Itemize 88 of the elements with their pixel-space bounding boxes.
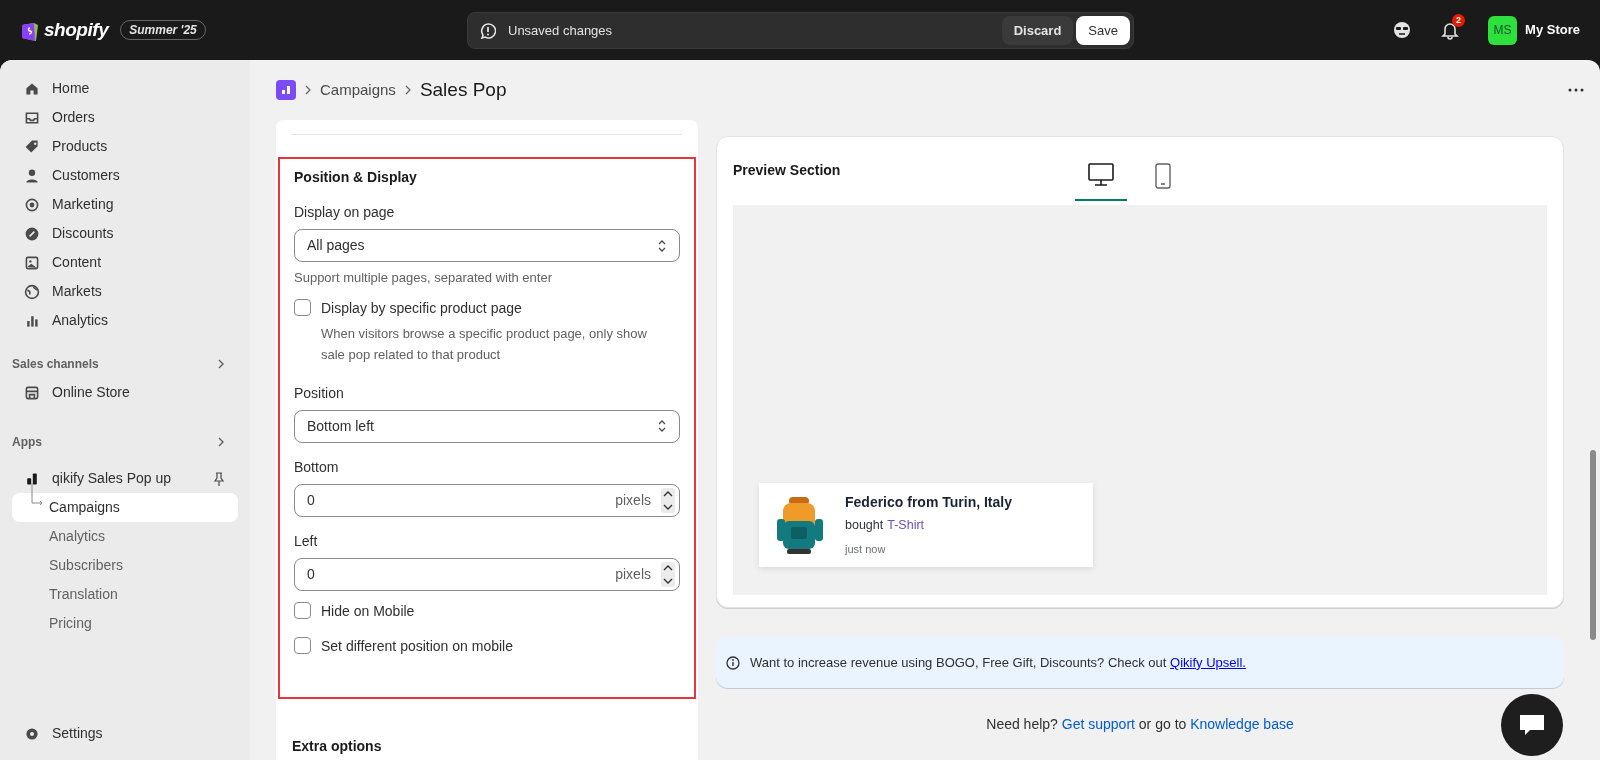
upsell-link[interactable]: Qikify Upsell. bbox=[1170, 654, 1246, 670]
store-avatar[interactable]: MS bbox=[1488, 15, 1518, 45]
popup-title: Federico from Turin, Italy bbox=[845, 493, 1012, 513]
select-arrows-icon bbox=[657, 419, 667, 433]
product-link[interactable]: T-Shirt bbox=[887, 516, 925, 536]
checkbox-label[interactable]: Hide on Mobile bbox=[321, 600, 415, 622]
app-icon bbox=[24, 470, 40, 487]
nav-icon bbox=[24, 196, 40, 213]
checkbox[interactable] bbox=[294, 601, 311, 619]
chevron-right-icon bbox=[403, 85, 412, 95]
sidebar-subitem[interactable]: Translation bbox=[12, 580, 238, 609]
sidebar-item[interactable]: Marketing bbox=[12, 190, 238, 219]
sidebar-item[interactable]: Online Store bbox=[12, 378, 238, 407]
app-name[interactable]: qikify Sales Pop up bbox=[52, 468, 200, 489]
unit-suffix: pixels bbox=[615, 490, 651, 510]
nav-icon bbox=[24, 109, 40, 126]
nav-icon bbox=[24, 725, 40, 742]
desktop-icon bbox=[1088, 163, 1115, 187]
unsaved-changes-text: Unsaved changes bbox=[508, 21, 613, 40]
help-text: Support multiple pages, separated with enter bbox=[294, 269, 553, 287]
more-icon[interactable] bbox=[1568, 88, 1584, 92]
stepper-icon[interactable] bbox=[661, 487, 675, 513]
sidebar-item[interactable]: Settings bbox=[12, 719, 238, 748]
checkbox-label[interactable]: Set different position on mobile bbox=[321, 635, 513, 657]
device-tab[interactable] bbox=[1075, 161, 1128, 201]
banner-text: Want to increase revenue using BOGO, Free Gift, Discounts? Check out Qikify Upsell. bbox=[750, 653, 1246, 672]
popup-time: just now bbox=[845, 542, 887, 558]
nav-icon bbox=[24, 167, 40, 184]
checkbox-label[interactable]: Display by specific product page bbox=[321, 297, 671, 319]
store-name[interactable]: My Store bbox=[1525, 20, 1580, 40]
sidebar-subitem[interactable]: Analytics bbox=[12, 522, 238, 551]
app-logo-icon[interactable] bbox=[276, 80, 296, 100]
mobile-icon bbox=[1155, 163, 1172, 189]
page-title: Sales Pop bbox=[419, 77, 507, 102]
info-icon bbox=[726, 655, 740, 670]
nav-icon bbox=[24, 254, 40, 271]
sidebar-item[interactable]: Orders bbox=[12, 103, 238, 132]
section-title: Position & Display bbox=[294, 168, 418, 187]
field-label: Left bbox=[294, 531, 319, 551]
knowledge-base-link[interactable]: Knowledge base bbox=[1190, 716, 1294, 732]
breadcrumb-link[interactable]: Campaigns bbox=[320, 78, 396, 102]
sidebar-subitem[interactable]: Campaigns bbox=[12, 493, 238, 522]
sidebar-item[interactable]: Discounts bbox=[12, 219, 238, 248]
stepper-icon[interactable] bbox=[661, 561, 675, 587]
sidebar-item[interactable]: Content bbox=[12, 248, 238, 277]
save-button[interactable]: Save bbox=[1076, 16, 1130, 45]
field-label: Display on page bbox=[294, 203, 396, 222]
sidebar-subitem[interactable]: Pricing bbox=[12, 609, 238, 638]
sidebar-item[interactable]: Customers bbox=[12, 161, 238, 190]
notification-count: 2 bbox=[1452, 14, 1466, 27]
section-title: Extra options bbox=[292, 736, 383, 756]
nav-icon bbox=[24, 138, 40, 155]
help-text: Need help? Get support or go to Knowledge base bbox=[986, 715, 1294, 734]
select-field[interactable]: Bottom left bbox=[294, 409, 680, 443]
face-icon[interactable] bbox=[1392, 20, 1413, 40]
nav-icon bbox=[24, 384, 40, 401]
number-field[interactable]: 0 pixels bbox=[294, 483, 680, 517]
chat-bubble-icon bbox=[1518, 713, 1546, 737]
field-label: Bottom bbox=[294, 457, 340, 477]
card-title: Preview Section bbox=[733, 161, 841, 180]
brand-logo[interactable]: shopify bbox=[44, 15, 109, 45]
checkbox[interactable] bbox=[294, 298, 311, 316]
checkbox[interactable] bbox=[294, 636, 311, 654]
chevron-right-icon[interactable] bbox=[216, 358, 226, 369]
popup-action: bought bbox=[845, 517, 884, 535]
backpack-drawing bbox=[777, 495, 823, 555]
chevron-right-icon[interactable] bbox=[216, 436, 226, 447]
support-link[interactable]: Get support bbox=[1061, 716, 1135, 732]
nav-icon bbox=[24, 225, 40, 242]
alert-icon bbox=[480, 22, 496, 39]
discard-button[interactable]: Discard bbox=[1001, 16, 1074, 45]
select-arrows-icon bbox=[657, 238, 667, 253]
sidebar-item[interactable]: Products bbox=[12, 132, 238, 161]
scrollbar[interactable] bbox=[1590, 450, 1596, 640]
sidebar-item[interactable]: Analytics bbox=[12, 306, 238, 335]
number-field[interactable]: 0 pixels bbox=[294, 557, 680, 591]
unit-suffix: pixels bbox=[615, 564, 651, 584]
help-text: When visitors browse a specific product page, only show sale pop related to that product bbox=[321, 324, 648, 364]
sidebar-subitem[interactable]: Subscribers bbox=[12, 551, 238, 580]
chevron-right-icon bbox=[304, 85, 312, 95]
sidebar-item[interactable]: Home bbox=[12, 74, 238, 103]
select-field[interactable]: All pages bbox=[294, 229, 680, 262]
section-heading: Sales channels bbox=[12, 355, 99, 373]
section-heading: Apps bbox=[12, 433, 42, 451]
sidebar-item[interactable]: Markets bbox=[12, 277, 238, 306]
field-label: Position bbox=[294, 383, 345, 403]
nav-icon bbox=[24, 283, 40, 300]
pin-icon[interactable] bbox=[212, 471, 226, 486]
